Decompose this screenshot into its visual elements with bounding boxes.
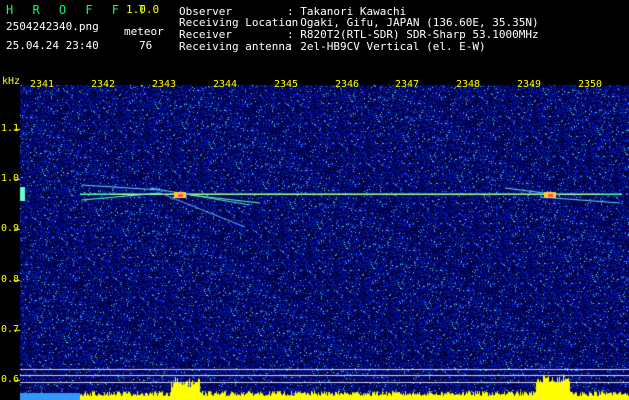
x-tick-label: 2345 (274, 79, 299, 90)
y-tick-label: 1.1 (1, 123, 20, 134)
x-tick-label: 2348 (456, 79, 481, 90)
antenna-value: : 2el-HB9CV Vertical (el. E-W) (287, 40, 486, 53)
y-tick-label: 0.6 (1, 374, 20, 385)
x-tick-label: 2343 (152, 79, 177, 90)
spectrogram-panel: 2341 2342 2343 2344 2345 2346 2347 2348 2349 2350… (0, 75, 629, 400)
file-name: 2504242340.png (6, 20, 99, 33)
y-axis-label: kHz (2, 76, 21, 87)
meteor-label: meteor (124, 25, 164, 38)
x-tick-label: 2341 (30, 79, 55, 90)
spectrogram-canvas (0, 75, 629, 400)
x-tick-label: 2347 (395, 79, 420, 90)
y-tick-label: 0.7 (1, 324, 20, 335)
meteor-count: 76 (139, 39, 153, 52)
y-tick-label: 0.9 (1, 223, 20, 234)
info-header: H R O F F T 1.0.0 2504242340.png 25.04.2… (0, 0, 629, 75)
x-tick-label: 2350 (578, 79, 603, 90)
x-tick-label: 2349 (517, 79, 542, 90)
y-tick-label: 0.8 (1, 274, 20, 285)
x-tick-label: 2346 (335, 79, 360, 90)
x-tick-label: 2344 (213, 79, 238, 90)
x-tick-label: 2342 (91, 79, 116, 90)
date-time: 25.04.24 23:40 (6, 39, 99, 52)
app-version: 1.0.0 (126, 3, 160, 16)
y-tick-label: 1.0 (1, 173, 20, 184)
antenna-label: Receiving antenna (179, 40, 292, 53)
